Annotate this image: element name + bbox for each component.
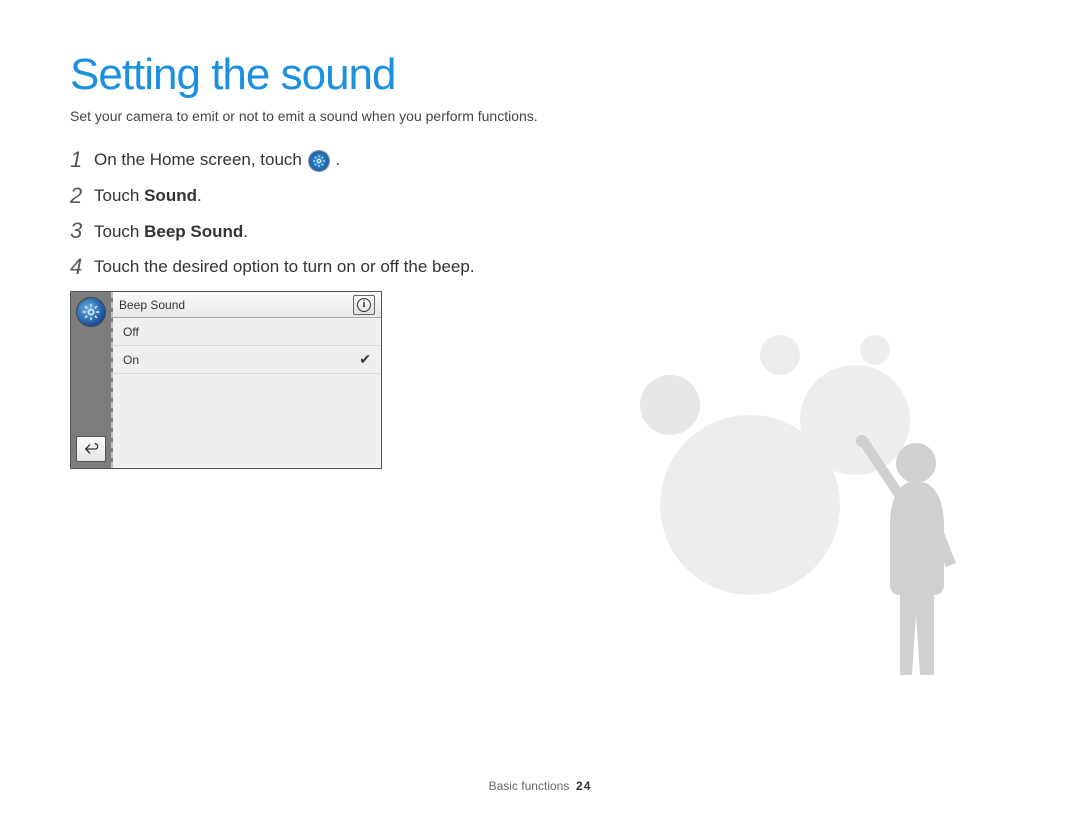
bubble-graphic (800, 365, 910, 475)
camera-screenshot: Beep Sound i Off ✔ On ✔ (70, 291, 382, 469)
step-number: 2 (70, 185, 94, 207)
page-number: 24 (576, 779, 591, 793)
step-number: 4 (70, 256, 94, 278)
step-text: Touch Beep Sound. (94, 220, 248, 244)
option-off[interactable]: Off ✔ (113, 318, 381, 346)
page-subtitle: Set your camera to emit or not to emit a… (70, 108, 1010, 124)
manual-page: Setting the sound Set your camera to emi… (0, 0, 1080, 815)
bubble-graphic (660, 415, 840, 595)
camera-sidebar (71, 292, 113, 468)
instruction-steps: 1 On the Home screen, touch . 2 Touch So… (70, 148, 1010, 279)
bubble-graphic (760, 335, 800, 375)
step-4: 4 Touch the desired option to turn on or… (70, 255, 1010, 279)
step-text: Touch the desired option to turn on or o… (94, 255, 475, 279)
info-button[interactable]: i (353, 295, 375, 315)
background-decoration (600, 335, 1020, 695)
checkmark-icon: ✔ (359, 351, 371, 368)
option-on[interactable]: On ✔ (113, 346, 381, 374)
panel-header: Beep Sound i (113, 292, 381, 318)
panel-title: Beep Sound (119, 298, 185, 312)
footer-section: Basic functions (489, 779, 570, 793)
step-text: Touch Sound. (94, 184, 202, 208)
settings-icon (309, 151, 329, 171)
option-label: Off (123, 325, 139, 339)
bubble-graphic (640, 375, 700, 435)
page-footer: Basic functions 24 (0, 779, 1080, 793)
step-1: 1 On the Home screen, touch . (70, 148, 1010, 172)
step-2: 2 Touch Sound. (70, 184, 1010, 208)
step-text: On the Home screen, touch . (94, 148, 340, 172)
settings-gear-icon[interactable] (77, 298, 105, 326)
step-number: 1 (70, 149, 94, 171)
bubble-graphic (860, 335, 890, 365)
page-title: Setting the sound (70, 50, 1010, 100)
options-panel: Beep Sound i Off ✔ On ✔ (113, 292, 381, 468)
child-silhouette (830, 415, 980, 695)
back-button[interactable] (76, 436, 106, 462)
step-3: 3 Touch Beep Sound. (70, 220, 1010, 244)
step-number: 3 (70, 220, 94, 242)
option-label: On (123, 353, 139, 367)
